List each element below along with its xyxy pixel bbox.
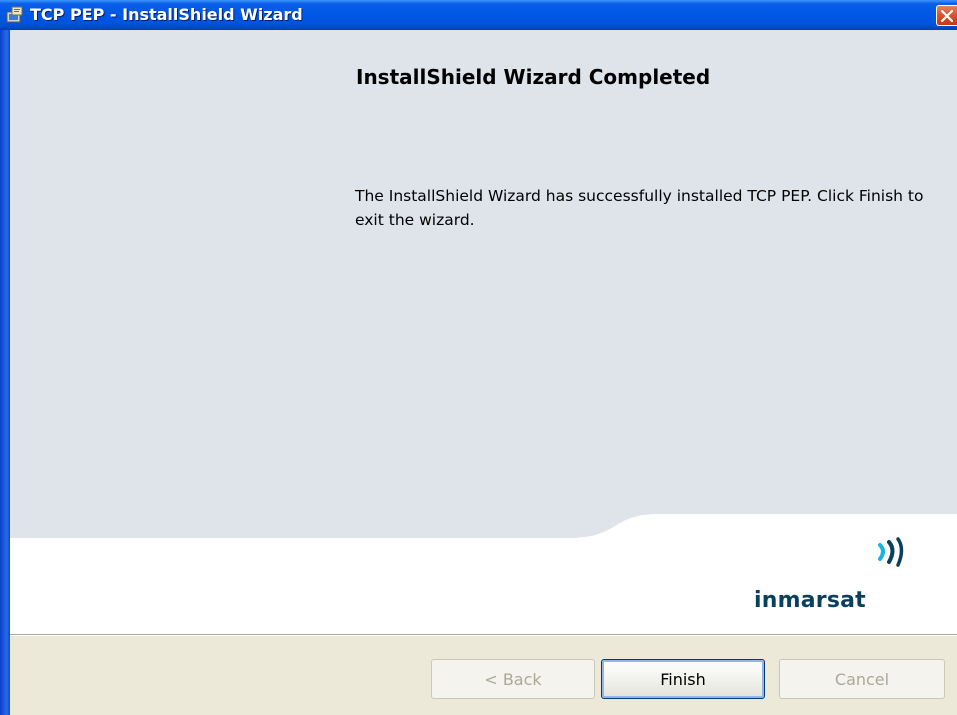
panel-white-wave <box>10 514 957 634</box>
title-bar[interactable]: TCP PEP - InstallShield Wizard <box>0 0 957 30</box>
finish-button[interactable]: Finish <box>601 659 765 699</box>
window-title: TCP PEP - InstallShield Wizard <box>30 5 303 24</box>
window-frame-left <box>0 30 10 715</box>
completion-panel: InstallShield Wizard Completed The Insta… <box>10 30 957 634</box>
installer-icon <box>6 6 24 24</box>
inmarsat-waves-icon <box>876 537 906 573</box>
page-title: InstallShield Wizard Completed <box>356 65 711 89</box>
close-button[interactable] <box>936 5 957 26</box>
cancel-button[interactable]: Cancel <box>779 659 945 699</box>
inmarsat-logo-text: inmarsat <box>754 588 866 613</box>
installer-window: TCP PEP - InstallShield Wizard InstallSh… <box>0 0 957 715</box>
completion-message: The InstallShield Wizard has successfull… <box>355 187 924 229</box>
back-button[interactable]: < Back <box>431 659 595 699</box>
button-area-divider <box>10 634 957 636</box>
